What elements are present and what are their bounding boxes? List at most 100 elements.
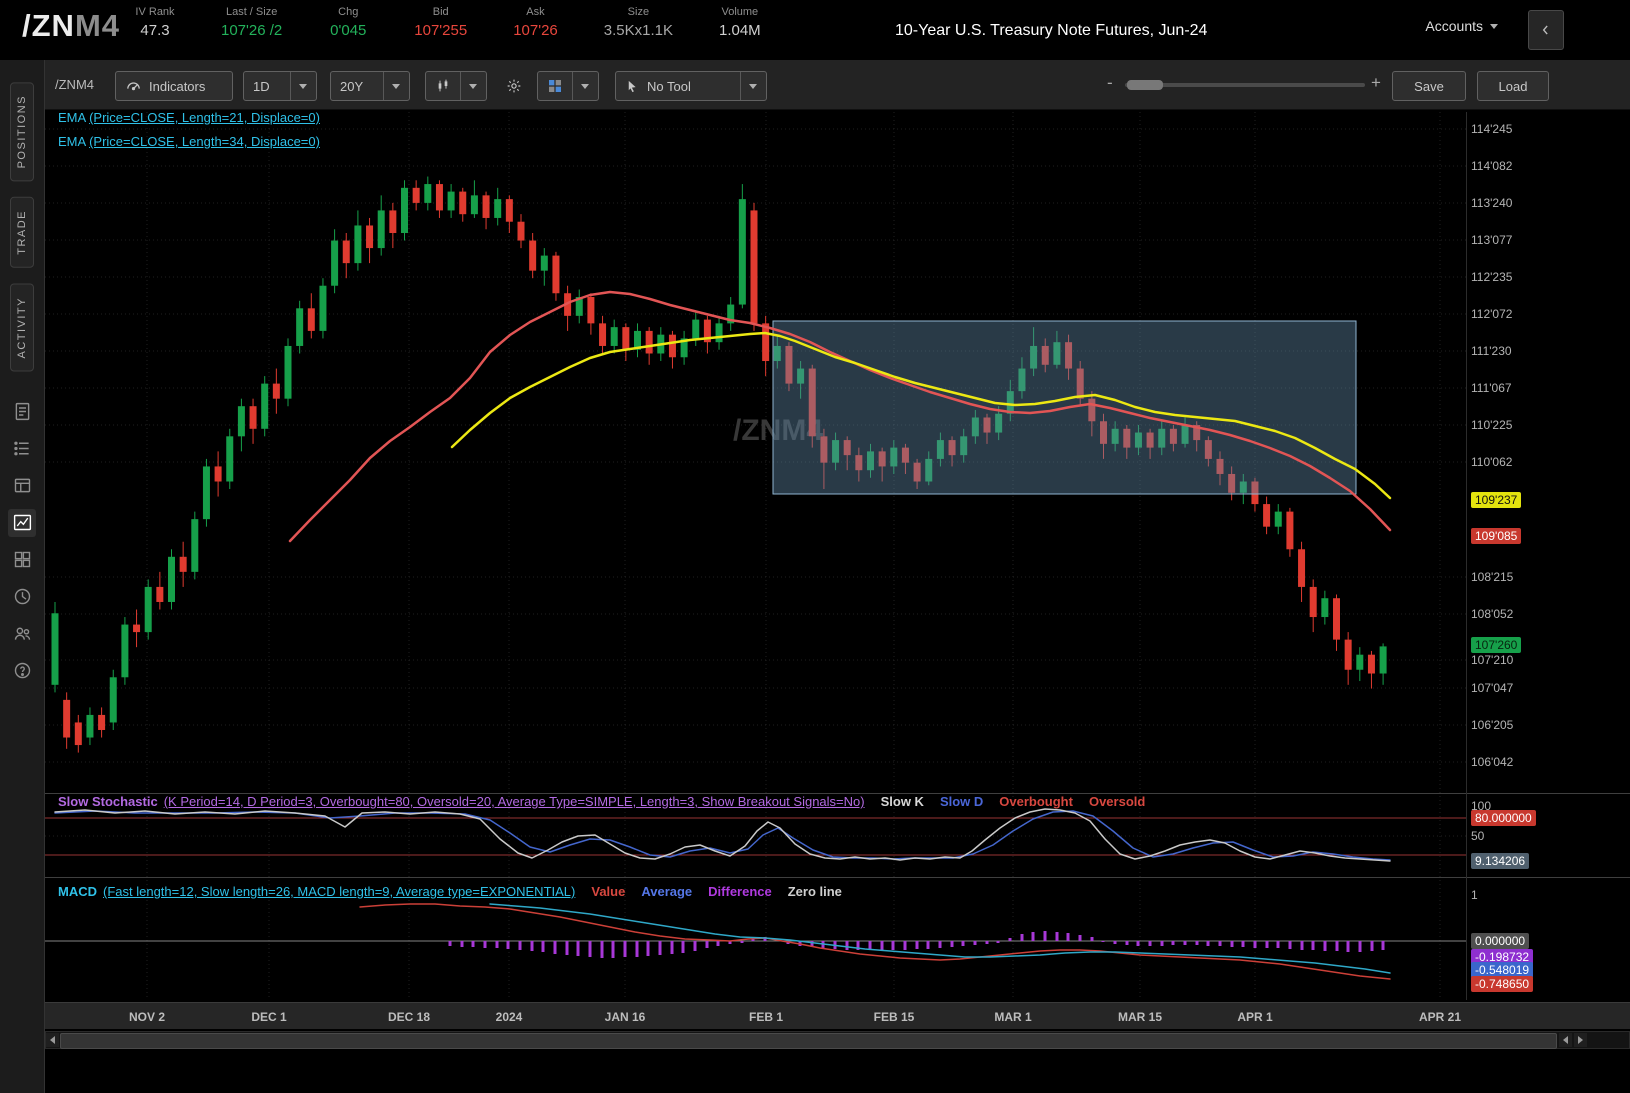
- chart-toolbar: /ZNM4 Indicators 1D 20Y No Tool - + Save…: [45, 60, 1630, 110]
- axis-label: 110'225: [1471, 418, 1513, 432]
- scroll-page-left-button[interactable]: [1559, 1033, 1572, 1047]
- zoom-slider[interactable]: [1125, 80, 1365, 90]
- axis-label: 106'042: [1471, 755, 1514, 769]
- chevron-down-icon: [469, 83, 477, 89]
- chart-type-dropdown[interactable]: [425, 71, 487, 101]
- stat-value: 107'26 /2: [221, 22, 283, 39]
- axis-price-badge: 109'085: [1471, 528, 1522, 544]
- study-params[interactable]: (Fast length=12, Slow length=26, MACD le…: [103, 884, 575, 899]
- sidebar-people-icon[interactable]: [8, 620, 36, 648]
- study-params[interactable]: (Price=CLOSE, Length=21, Displace=0): [89, 110, 320, 125]
- stochastic-header: Slow Stochastic (K Period=14, D Period=3,…: [58, 794, 1145, 809]
- study-params[interactable]: (Price=CLOSE, Length=34, Displace=0): [89, 134, 320, 149]
- chart-scrollbar[interactable]: [45, 1031, 1630, 1049]
- axis-label: 108'215: [1471, 570, 1514, 584]
- load-button[interactable]: Load: [1477, 71, 1549, 101]
- collapse-panel-button[interactable]: [1528, 10, 1564, 50]
- sidebar-board-icon[interactable]: [8, 472, 36, 500]
- accounts-dropdown[interactable]: Accounts: [1425, 18, 1498, 34]
- people-icon: [14, 627, 30, 640]
- drawing-tool-dropdown[interactable]: No Tool: [615, 71, 767, 101]
- chevron-down-icon: [299, 83, 307, 89]
- axis-label: 111'230: [1471, 344, 1512, 358]
- symbol-root: /ZN: [22, 8, 75, 43]
- time-axis-label: MAR 1: [994, 1010, 1032, 1024]
- time-axis-label: NOV 2: [128, 1010, 166, 1024]
- time-axis-label: MAR 15: [1117, 1010, 1163, 1024]
- axis-label: 1: [1471, 888, 1478, 902]
- zoom-out-button[interactable]: -: [1107, 73, 1113, 93]
- sidebar-clock-icon[interactable]: [8, 583, 36, 611]
- stat-label: Bid: [432, 6, 449, 18]
- legend-zero-line: Zero line: [787, 884, 842, 899]
- cursor-icon: [628, 80, 636, 92]
- sidebar-doc-icon[interactable]: [8, 398, 36, 426]
- ema-legend-row-2[interactable]: EMA (Price=CLOSE, Length=34, Displace=0): [58, 134, 320, 149]
- sidebar-tab-activity[interactable]: ACTIVITY: [10, 284, 34, 372]
- legend-average: Average: [641, 884, 693, 899]
- stat-value: 0'045: [330, 22, 367, 39]
- study-name: EMA: [58, 134, 90, 149]
- tool-value: No Tool: [647, 78, 691, 94]
- scroll-left-button[interactable]: [46, 1033, 59, 1047]
- sidebar-tab-trade[interactable]: TRADE: [10, 197, 34, 269]
- quote-stat-bid: Bid 107'255: [414, 6, 467, 39]
- sidebar-icons: [0, 398, 44, 685]
- sidebar-apps-grid-icon[interactable]: [8, 546, 36, 574]
- sidebar-tab-positions[interactable]: POSITIONS: [10, 82, 34, 182]
- axis-label: 50: [1471, 829, 1485, 843]
- axis-price-badge: 0.000000: [1471, 933, 1530, 949]
- save-button[interactable]: Save: [1392, 71, 1466, 101]
- timeframe-dropdown[interactable]: 1D: [243, 71, 317, 101]
- axis-label: 114'082: [1471, 159, 1513, 173]
- axis-label: 113'077: [1471, 233, 1513, 247]
- axis-label: 110'062: [1471, 455, 1513, 469]
- stat-label: Volume: [721, 6, 759, 18]
- stat-value: 1.04M: [718, 22, 761, 39]
- gear-icon: [507, 79, 521, 93]
- study-params[interactable]: (K Period=14, D Period=3, Overbought=80,…: [164, 794, 865, 809]
- scrollbar-thumb[interactable]: [60, 1033, 1557, 1049]
- sidebar-list-icon[interactable]: [8, 435, 36, 463]
- axis-label: 112'072: [1471, 307, 1513, 321]
- grid-layout-dropdown[interactable]: [537, 71, 599, 101]
- chevron-down-icon: [1490, 23, 1498, 29]
- list-icon: [13, 441, 29, 456]
- quote-stat-chg: Chg 0'045: [328, 6, 368, 39]
- legend-slow-k: Slow K: [880, 794, 924, 809]
- chart-plot-area[interactable]: [45, 110, 1466, 793]
- layout-grid-icon: [549, 80, 561, 92]
- arrow-left-icon: [50, 1036, 55, 1044]
- indicators-label: Indicators: [149, 78, 206, 94]
- ema-legend-row-1[interactable]: EMA (Price=CLOSE, Length=21, Displace=0): [58, 110, 320, 125]
- chevron-down-icon: [749, 83, 757, 89]
- trading-app-window: /ZNM4 IV Rank 47.3 Last / Size 107'26 /2 Chg…: [0, 0, 1630, 1093]
- quote-stat-iv-rank: IV Rank 47.3: [135, 6, 175, 39]
- time-axis-label: DEC 1: [251, 1010, 287, 1024]
- sidebar-tabs: POSITIONS TRADE ACTIVITY: [0, 60, 44, 372]
- study-title[interactable]: MACD: [58, 884, 97, 899]
- toolbar-symbol: /ZNM4: [55, 77, 94, 92]
- zoom-in-button[interactable]: +: [1371, 73, 1381, 93]
- range-value: 20Y: [340, 78, 364, 94]
- sidebar-chart-icon[interactable]: [8, 508, 36, 537]
- zoom-slider-thumb[interactable]: [1127, 80, 1163, 90]
- quote-stat-ask: Ask 107'26: [513, 6, 558, 39]
- help-icon: [14, 663, 30, 679]
- axis-label: 114'245: [1471, 122, 1513, 136]
- stat-value: 107'255: [414, 22, 468, 39]
- indicators-button[interactable]: Indicators: [115, 71, 233, 101]
- axis-label: 108'052: [1471, 607, 1514, 621]
- range-dropdown[interactable]: 20Y: [330, 71, 410, 101]
- axis-label: 112'235: [1471, 270, 1513, 284]
- axis-label: 111'067: [1471, 381, 1512, 395]
- chart-settings-button[interactable]: [497, 71, 531, 101]
- scroll-right-button[interactable]: [1574, 1033, 1587, 1047]
- study-title[interactable]: Slow Stochastic: [58, 794, 158, 809]
- sidebar-help-icon[interactable]: [8, 657, 36, 685]
- chart-icon: [13, 515, 31, 531]
- axis-label: 113'240: [1471, 196, 1513, 210]
- chevron-left-icon: [1542, 25, 1548, 35]
- stat-value: 47.3: [140, 22, 170, 39]
- axis-label: 106'205: [1471, 718, 1514, 732]
